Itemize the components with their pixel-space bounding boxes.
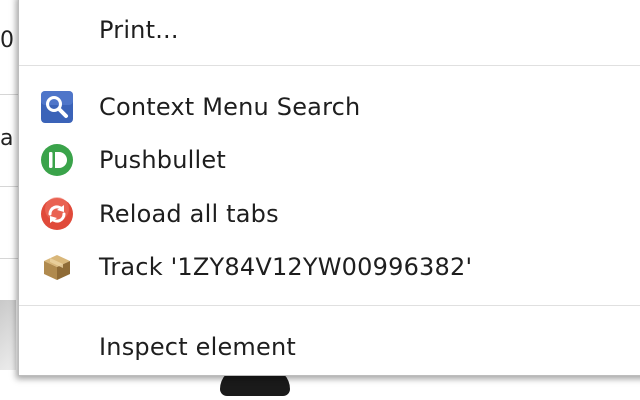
background-divider bbox=[0, 258, 20, 259]
background-divider bbox=[0, 94, 20, 95]
pushbullet-icon bbox=[39, 142, 75, 178]
background-text-fragment: 0 bbox=[0, 28, 14, 53]
reload-arrows-icon bbox=[39, 196, 75, 232]
menu-item-label: Inspect element bbox=[99, 333, 296, 361]
menu-item-print[interactable]: Print... bbox=[19, 10, 640, 50]
menu-item-context-menu-search[interactable]: Context Menu Search bbox=[19, 87, 640, 127]
menu-item-label: Reload all tabs bbox=[99, 200, 279, 228]
menu-item-inspect-element[interactable]: Inspect element bbox=[19, 327, 640, 367]
package-box-icon bbox=[39, 249, 75, 285]
menu-separator bbox=[19, 305, 640, 306]
background-divider bbox=[0, 186, 20, 187]
menu-item-label: Pushbullet bbox=[99, 146, 226, 174]
background-text-fragment: a bbox=[0, 126, 14, 151]
screen: 0 a Print... Context Menu Search Pushbul… bbox=[0, 0, 640, 400]
menu-item-label: Track '1ZY84V12YW00996382' bbox=[99, 253, 473, 281]
menu-item-reload-all-tabs[interactable]: Reload all tabs bbox=[19, 194, 640, 234]
magnifier-search-icon bbox=[39, 89, 75, 125]
menu-item-label: Context Menu Search bbox=[99, 93, 361, 121]
background-image-edge bbox=[0, 300, 16, 370]
menu-item-label: Print... bbox=[99, 16, 179, 44]
context-menu: Print... Context Menu Search Pushbullet … bbox=[18, 0, 640, 376]
menu-separator bbox=[19, 65, 640, 66]
menu-item-track-package[interactable]: Track '1ZY84V12YW00996382' bbox=[19, 247, 640, 287]
menu-item-pushbullet[interactable]: Pushbullet bbox=[19, 140, 640, 180]
